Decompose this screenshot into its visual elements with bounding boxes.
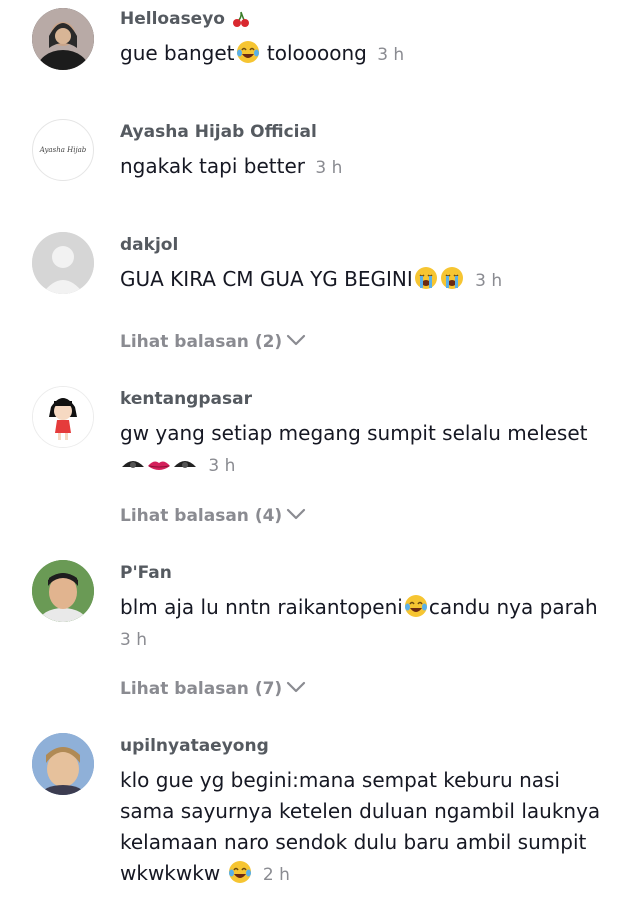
comment-text-part: gue banget <box>120 41 235 65</box>
comment-time: 3 h <box>208 456 236 476</box>
view-replies-button[interactable]: Lihat balasan (7) <box>120 677 306 700</box>
avatar-photo-icon <box>32 733 94 795</box>
comment-text-line2: 3 h <box>120 449 620 484</box>
crying-emoji-icon <box>414 266 438 299</box>
comment-time: 2 h <box>262 865 290 885</box>
comment-text: ngakak tapi better 3 h <box>120 151 620 184</box>
comment-time: 3 h <box>377 45 405 65</box>
comment-text-line: klo gue yg begini:mana sempat keburu nas… <box>120 768 560 792</box>
avatar[interactable] <box>32 8 94 70</box>
brand-logo-text: Ayasha Hijab <box>39 146 87 154</box>
comment-username[interactable]: upilnyataeyong <box>120 735 269 757</box>
avatar[interactable] <box>32 232 94 294</box>
comment-text: GUA KIRA CM GUA YG BEGINI 3 h <box>120 264 620 299</box>
view-replies-label: Lihat balasan (2) <box>120 332 283 352</box>
comment-text-part: blm aja lu nntn raikantopeni <box>120 595 403 619</box>
comment-text-line2: 3 h <box>120 623 620 656</box>
comment-text-line: wkwkwkw 2 h <box>120 858 620 893</box>
cherry-icon <box>232 10 250 34</box>
tears-of-joy-emoji-icon <box>228 860 252 893</box>
comment-username[interactable]: P'Fan <box>120 562 172 584</box>
comment-time: 3 h <box>475 271 503 291</box>
chevron-down-icon <box>286 330 306 352</box>
view-replies-label: Lihat balasan (4) <box>120 506 283 526</box>
brand-logo: Ayasha Hijab <box>33 120 93 180</box>
comment-text-part: candu nya parah <box>428 595 598 619</box>
comment-username[interactable]: dakjol <box>120 234 178 256</box>
comment-text: gw yang setiap megang sumpit selalu mele… <box>120 418 620 449</box>
comment-text-part: wkwkwkw <box>120 861 221 885</box>
comment-time: 3 h <box>120 630 147 650</box>
avatar-photo-icon <box>32 8 94 70</box>
comment-text-part: GUA KIRA CM GUA YG BEGINI <box>120 267 413 291</box>
comment-time: 3 h <box>315 158 343 178</box>
comment-list: Helloaseyo gue banget toloooong 3 h Ayas… <box>0 0 640 898</box>
view-replies-button[interactable]: Lihat balasan (4) <box>120 504 306 527</box>
comment-text-line: kelamaan naro sendok dulu baru ambil sum… <box>120 830 587 854</box>
comment-text-part: toloooong <box>260 41 367 65</box>
view-replies-label: Lihat balasan (7) <box>120 679 283 699</box>
comment-text: gue banget toloooong 3 h <box>120 38 620 73</box>
tears-of-joy-emoji-icon <box>236 40 260 73</box>
eye-icon <box>173 453 197 484</box>
comment-username[interactable]: Ayasha Hijab Official <box>120 121 317 143</box>
default-avatar-icon <box>32 232 94 294</box>
avatar[interactable] <box>32 386 94 448</box>
comment-text-part: ngakak tapi better <box>120 154 305 178</box>
avatar-photo-icon <box>32 560 94 622</box>
lips-icon <box>147 453 171 484</box>
crying-emoji-icon <box>440 266 464 299</box>
cartoon-girl-avatar-icon <box>33 387 93 447</box>
comment-text-line: sama sayurnya ketelen duluan ngambil lau… <box>120 799 601 823</box>
comment-text: blm aja lu nntn raikantopeni candu nya pa… <box>120 592 620 627</box>
comment-username[interactable]: kentangpasar <box>120 388 252 410</box>
chevron-down-icon <box>286 504 306 526</box>
chevron-down-icon <box>286 677 306 699</box>
comment-text-part: gw yang setiap megang sumpit selalu mele… <box>120 421 588 445</box>
username-text: Helloaseyo <box>120 9 225 29</box>
eye-icon <box>121 453 145 484</box>
avatar[interactable] <box>32 733 94 795</box>
avatar[interactable] <box>32 560 94 622</box>
avatar[interactable]: Ayasha Hijab <box>32 119 94 181</box>
comment-username[interactable]: Helloaseyo <box>120 8 251 34</box>
view-replies-button[interactable]: Lihat balasan (2) <box>120 330 306 353</box>
